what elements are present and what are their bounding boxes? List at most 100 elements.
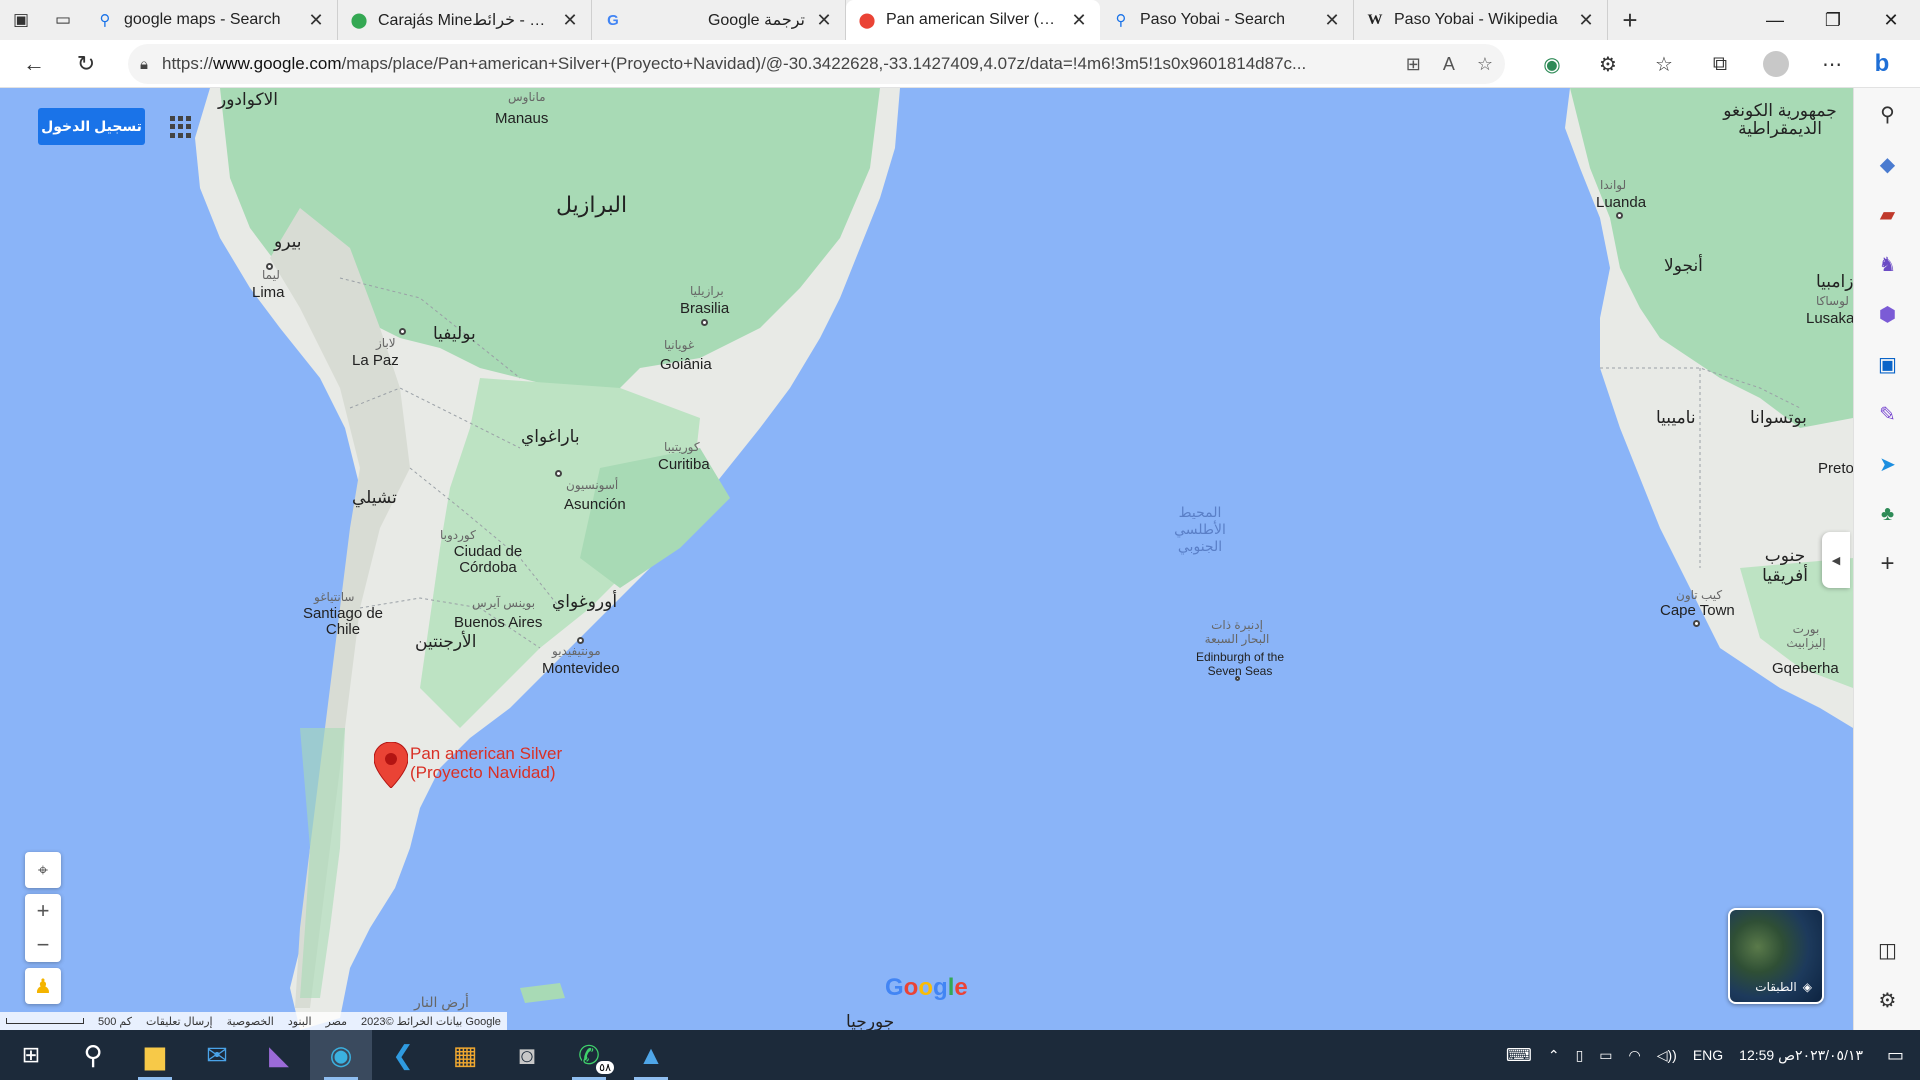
profile-avatar[interactable] — [1748, 44, 1804, 84]
city-dot-tristan — [1235, 676, 1240, 681]
taskbar-vscode-icon[interactable]: ❮ — [372, 1030, 434, 1080]
battery-icon[interactable]: ▭ — [1591, 1047, 1620, 1064]
map-label-brasilia-ar: برازيليا — [690, 284, 724, 298]
collections-icon[interactable]: ⧉ — [1692, 44, 1748, 84]
close-window-button[interactable]: ✕ — [1862, 0, 1920, 40]
layers-caption: الطبقات ◈ — [1755, 980, 1812, 994]
map-data-attribution: بيانات الخرائط ©2023 Google — [361, 1015, 501, 1028]
url-text[interactable]: https://www.google.com/maps/place/Pan+am… — [162, 54, 1392, 74]
restore-button[interactable]: ❐ — [1804, 0, 1862, 40]
search-icon: ⚲ — [1115, 12, 1127, 29]
close-icon[interactable]: ✕ — [307, 10, 325, 31]
sidebar-tools-icon[interactable]: ▰ — [1854, 194, 1920, 234]
taskbar-mail-icon[interactable]: ✉ — [186, 1030, 248, 1080]
close-icon[interactable]: ✕ — [815, 10, 833, 31]
read-aloud-icon[interactable]: A — [1443, 54, 1455, 75]
device-icon[interactable]: ▯ — [1568, 1047, 1592, 1064]
taskbar-store-icon[interactable]: ▦ — [434, 1030, 496, 1080]
privacy-link[interactable]: الخصوصية — [227, 1015, 274, 1028]
tab-list: ⚲ google maps - Search ✕ ⬤ Carajás Mine‎… — [84, 0, 1608, 40]
sidebar-settings-icon[interactable]: ⚙ — [1854, 980, 1920, 1020]
extension-globe-icon[interactable]: ◉ — [1524, 44, 1580, 84]
system-tray: ⌨ ⌃ ▯ ▭ ◠ ◁)) ENG 12:59 ص ٢٠٢٣/٠٥/١٣ ▭ — [1498, 1030, 1920, 1080]
feedback-link[interactable]: إرسال تعليقات — [146, 1015, 213, 1028]
address-bar[interactable]: 🔒︎ https://www.google.com/maps/place/Pan… — [128, 44, 1505, 84]
close-icon[interactable]: ✕ — [1577, 10, 1595, 31]
map-label-santiago: Santiago de Chile — [302, 605, 384, 638]
workspaces-icon[interactable]: ▣ — [0, 0, 42, 40]
sidebar-split-icon[interactable]: ◫ — [1854, 930, 1920, 970]
tab-google-translate[interactable]: G Google ترجمة ✕ — [592, 0, 846, 40]
close-icon[interactable]: ✕ — [561, 10, 579, 31]
add-favorite-icon[interactable]: ☆ — [1477, 54, 1493, 75]
sidebar-search-icon[interactable]: ⚲ — [1854, 94, 1920, 134]
taskbar-search-icon[interactable]: ⚲ — [62, 1030, 124, 1080]
place-pin-label[interactable]: Pan american Silver (Proyecto Navidad) — [410, 744, 562, 782]
tab-carajas-mine[interactable]: ⬤ Carajás Mine‎خرائط‎ - Goog ✕ — [338, 0, 592, 40]
zoom-out-button[interactable]: − — [37, 928, 50, 962]
windows-taskbar: ⊞ ⚲ ▆ ✉ ◣ ◉ ❮ ▦ ◙ ✆ ٥٨ ▲ ⌨ ⌃ ▯ ▭ ◠ ◁)) E… — [0, 1030, 1920, 1080]
window-controls: — ❐ ✕ — [1746, 0, 1920, 40]
extensions-icon[interactable]: ⚙ — [1580, 44, 1636, 84]
map-label-luanda: Luanda — [1596, 194, 1647, 211]
sidebar-tree-icon[interactable]: ♣ — [1854, 494, 1920, 534]
sidebar-add-icon[interactable]: + — [1854, 544, 1920, 584]
map-canvas[interactable]: الاكوادور ماناوس Manaus البرازيل بيرو لي… — [0, 88, 1853, 1030]
taskbar-photos-icon[interactable]: ▲ — [620, 1030, 682, 1080]
my-location-button[interactable]: ⌖ — [25, 852, 61, 888]
favorites-icon[interactable]: ☆ — [1636, 44, 1692, 84]
tab-google-maps-search[interactable]: ⚲ google maps - Search ✕ — [84, 0, 338, 40]
tab-paso-yobai-search[interactable]: ⚲ Paso Yobai - Search ✕ — [1100, 0, 1354, 40]
tab-pan-american-silver[interactable]: ⬤ Pan american Silver (Proye ✕ — [846, 0, 1100, 40]
show-hidden-icons-icon[interactable]: ⌃ — [1540, 1047, 1568, 1064]
back-button[interactable]: ← — [8, 44, 60, 84]
volume-icon[interactable]: ◁)) — [1649, 1047, 1685, 1064]
taskbar-visual-studio-icon[interactable]: ◣ — [248, 1030, 310, 1080]
taskbar-whatsapp-icon[interactable]: ✆ ٥٨ — [558, 1030, 620, 1080]
map-label-tristan: Edinburgh of the Seven Seas — [1195, 650, 1285, 678]
touch-keyboard-icon[interactable]: ⌨ — [1498, 1045, 1540, 1066]
sidebar-designer-icon[interactable]: ✎ — [1854, 394, 1920, 434]
sidebar-outlook-icon[interactable]: ▣ — [1854, 344, 1920, 384]
layers-button[interactable]: الطبقات ◈ — [1728, 908, 1824, 1004]
more-menu-icon[interactable]: ⋯ — [1804, 44, 1860, 84]
collapse-panel-button[interactable]: ◀ — [1822, 532, 1850, 588]
tab-paso-yobai-wikipedia[interactable]: W Paso Yobai - Wikipedia ✕ — [1354, 0, 1608, 40]
lock-icon[interactable]: 🔒︎ — [140, 56, 148, 73]
terms-link[interactable]: البنود — [288, 1015, 312, 1028]
tab-actions-icon[interactable]: ▭ — [42, 0, 84, 40]
street-view-pegman-icon[interactable]: ♟ — [25, 968, 61, 1004]
sidebar-games-icon[interactable]: ♞ — [1854, 244, 1920, 284]
tab-title: Paso Yobai - Search — [1140, 11, 1285, 28]
zoom-in-button[interactable]: + — [37, 894, 50, 928]
country-link[interactable]: مصر — [326, 1015, 348, 1028]
scale-label[interactable]: 500 كم — [98, 1015, 132, 1028]
new-tab-button[interactable]: + — [1608, 0, 1652, 40]
notifications-icon[interactable]: ▭ — [1871, 1045, 1920, 1066]
app-available-icon[interactable]: ⊞ — [1406, 54, 1421, 75]
reload-button[interactable]: ↻ — [60, 44, 112, 84]
map-label-buenos-ar: بوينس آيرس — [472, 596, 536, 610]
place-pin-icon[interactable] — [374, 742, 408, 788]
language-indicator[interactable]: ENG — [1685, 1047, 1731, 1063]
minimize-button[interactable]: — — [1746, 0, 1804, 40]
clock-time: 12:59 ص — [1739, 1047, 1796, 1063]
close-icon[interactable]: ✕ — [1070, 10, 1088, 31]
clock[interactable]: 12:59 ص ٢٠٢٣/٠٥/١٣ — [1731, 1046, 1871, 1064]
google-apps-icon[interactable] — [170, 116, 192, 138]
wifi-icon[interactable]: ◠ — [1621, 1047, 1649, 1064]
city-dot-lapaz — [399, 328, 406, 335]
bing-copilot-icon[interactable]: b — [1862, 44, 1902, 84]
taskbar-file-explorer-icon[interactable]: ▆ — [124, 1030, 186, 1080]
sidebar-shopping-icon[interactable]: ◆ — [1854, 144, 1920, 184]
close-icon[interactable]: ✕ — [1323, 10, 1341, 31]
taskbar-edge-icon[interactable]: ◉ — [310, 1030, 372, 1080]
map-label-asuncion: Asunción — [564, 496, 626, 513]
sidebar-send-icon[interactable]: ➤ — [1854, 444, 1920, 484]
start-button-icon[interactable]: ⊞ — [0, 1030, 62, 1080]
taskbar-camera-icon[interactable]: ◙ — [496, 1030, 558, 1080]
sign-in-button[interactable]: تسجيل الدخول — [38, 108, 145, 145]
map-label-south-atlantic: المحيط الأطلسي الجنوبي — [1160, 504, 1240, 555]
sidebar-microsoft365-icon[interactable]: ⬢ — [1854, 294, 1920, 334]
map-label-argentina: الأرجنتين — [415, 632, 477, 651]
